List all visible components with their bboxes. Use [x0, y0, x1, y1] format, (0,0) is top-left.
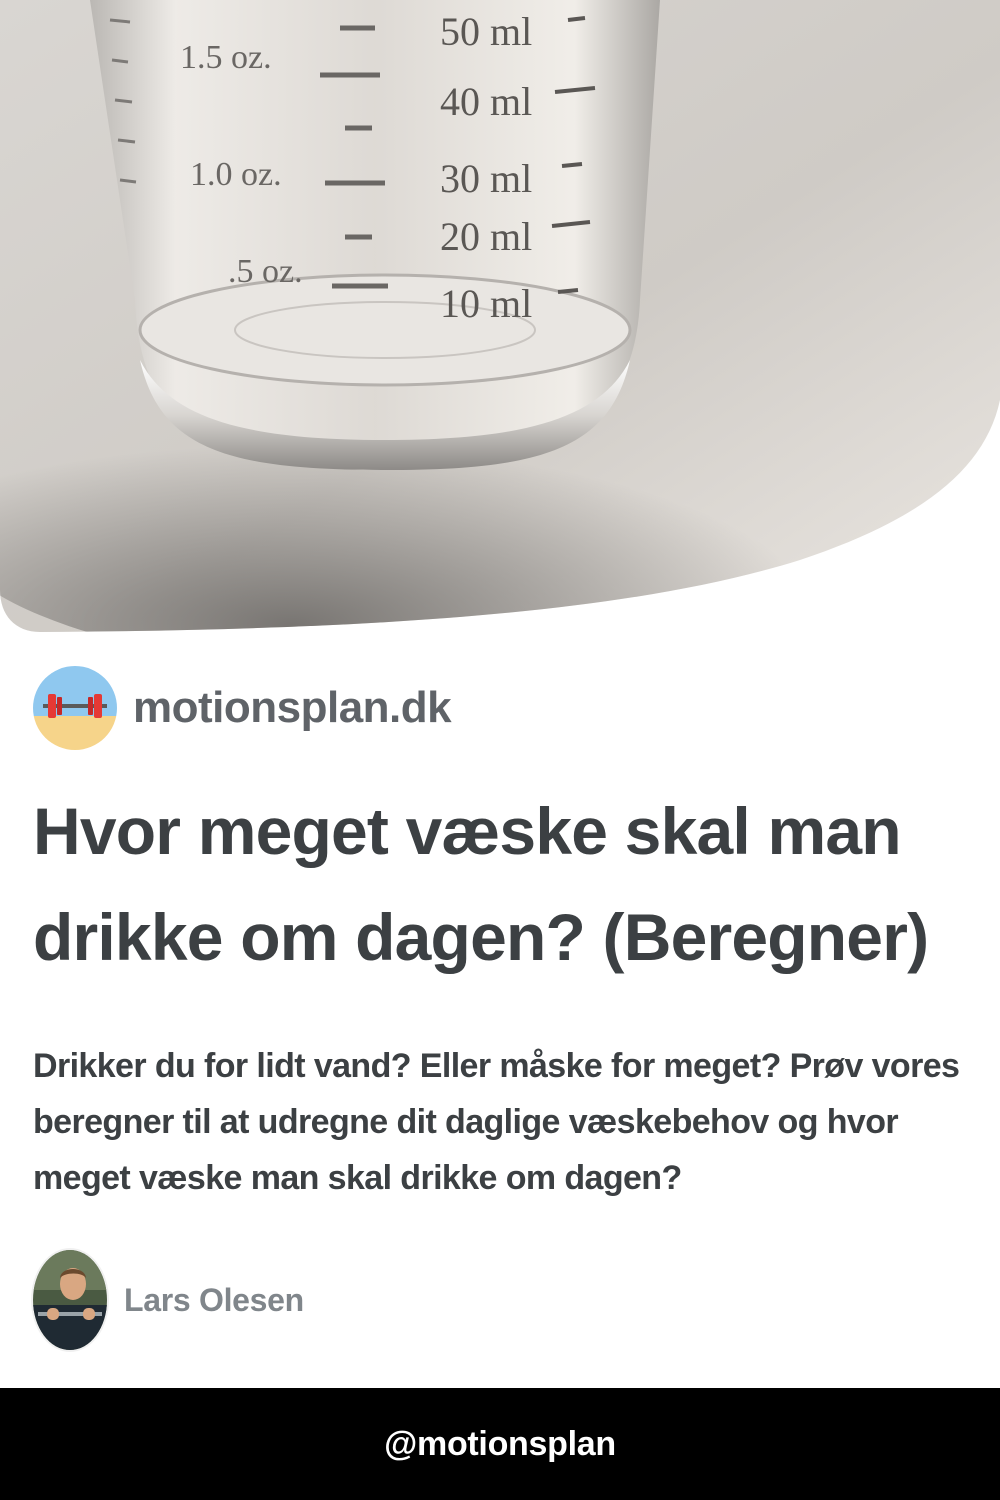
pin-card: 1.5 oz. 1.0 oz. .5 oz. 50 ml 40 ml 30 ml… [0, 0, 1000, 1500]
article-title[interactable]: Hvor meget væske skal man drikke om dage… [33, 778, 973, 990]
glass-marking-text: 40 ml [440, 79, 532, 124]
glass-marking-text: 30 ml [440, 156, 532, 201]
account-handle[interactable]: @motionsplan [384, 1425, 616, 1464]
avatar [33, 1250, 107, 1350]
hero-image[interactable]: 1.5 oz. 1.0 oz. .5 oz. 50 ml 40 ml 30 ml… [0, 0, 1000, 640]
author[interactable]: Lars Olesen [33, 1250, 304, 1350]
glass-marking-text: .5 oz. [228, 253, 303, 290]
glass-marking-text: 50 ml [440, 9, 532, 54]
site-header[interactable]: motionsplan.dk [33, 666, 452, 750]
glass-marking-text: 1.5 oz. [180, 39, 272, 76]
site-name[interactable]: motionsplan.dk [133, 683, 452, 733]
glass-marking-text: 10 ml [440, 281, 532, 326]
author-name[interactable]: Lars Olesen [124, 1282, 304, 1319]
article-description: Drikker du for lidt vand? Eller måske fo… [33, 1047, 960, 1197]
glass-marking-text: 1.0 oz. [190, 156, 282, 193]
barbell-beach-icon [33, 666, 117, 750]
glass-marking-text: 20 ml [440, 214, 532, 259]
footer-bar: @motionsplan [0, 1388, 1000, 1500]
